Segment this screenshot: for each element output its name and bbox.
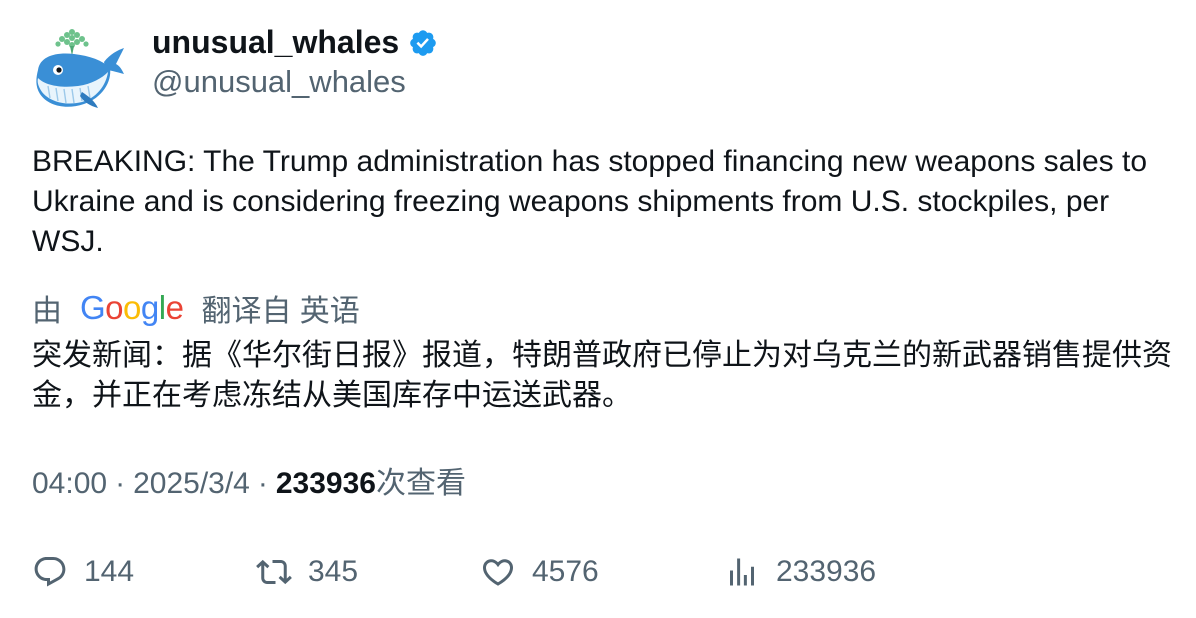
views-button[interactable]: 233936 <box>724 552 876 592</box>
author-handle[interactable]: @unusual_whales <box>152 62 406 102</box>
reply-icon <box>34 557 66 587</box>
retweet-button[interactable]: 345 <box>256 552 358 592</box>
meta-separator-2: · <box>257 467 268 500</box>
translated-text: 突发新闻：据《华尔街日报》报道，特朗普政府已停止为对乌克兰的新武器销售提供资金，… <box>32 339 1172 412</box>
whale-logo-icon <box>36 29 124 108</box>
views-chart-icon <box>730 558 754 586</box>
translation-attribution: 由 G o o g l e 翻译自 英语 <box>32 286 360 330</box>
verified-badge-icon <box>410 30 436 56</box>
google-letter-2: o <box>105 289 124 326</box>
google-logo[interactable]: G o o g l e <box>80 289 184 327</box>
retweet-count: 345 <box>308 555 359 588</box>
tweet-text: BREAKING: The Trump administration has s… <box>32 145 1148 258</box>
like-button[interactable]: 4576 <box>480 552 599 592</box>
translation-suffix: 翻译自 英语 <box>201 295 360 328</box>
author-display-name[interactable]: unusual_whales <box>152 22 399 62</box>
reply-button[interactable]: 144 <box>32 552 134 592</box>
author-name-row: unusual_whales <box>152 22 438 62</box>
meta-separator-1: · <box>115 467 126 500</box>
google-letter-3: o <box>123 289 141 326</box>
tweet-meta: 04:00 · 2025/3/4 · 233936 次查看 <box>32 464 466 504</box>
reply-count: 144 <box>84 555 135 588</box>
google-letter-1: G <box>80 289 106 326</box>
views-count: 233936 <box>275 467 376 500</box>
retweet-icon <box>256 559 292 585</box>
google-letter-5: l <box>158 289 166 326</box>
action-bar: 144 345 4576 233936 <box>32 552 1172 592</box>
google-letter-4: g <box>140 289 159 326</box>
avatar[interactable] <box>32 26 126 112</box>
tweet-date[interactable]: 2025/3/4 <box>133 464 250 504</box>
google-letter-6: e <box>165 289 184 326</box>
like-count: 4576 <box>532 555 599 588</box>
translation-prefix: 由 <box>32 295 62 328</box>
views-action-count: 233936 <box>776 555 877 588</box>
heart-icon <box>482 559 514 586</box>
views-label: 次查看 <box>375 467 466 500</box>
tweet-card: unusual_whales @unusual_whales BREAKING:… <box>0 0 1196 618</box>
tweet-time[interactable]: 04:00 <box>32 464 107 504</box>
